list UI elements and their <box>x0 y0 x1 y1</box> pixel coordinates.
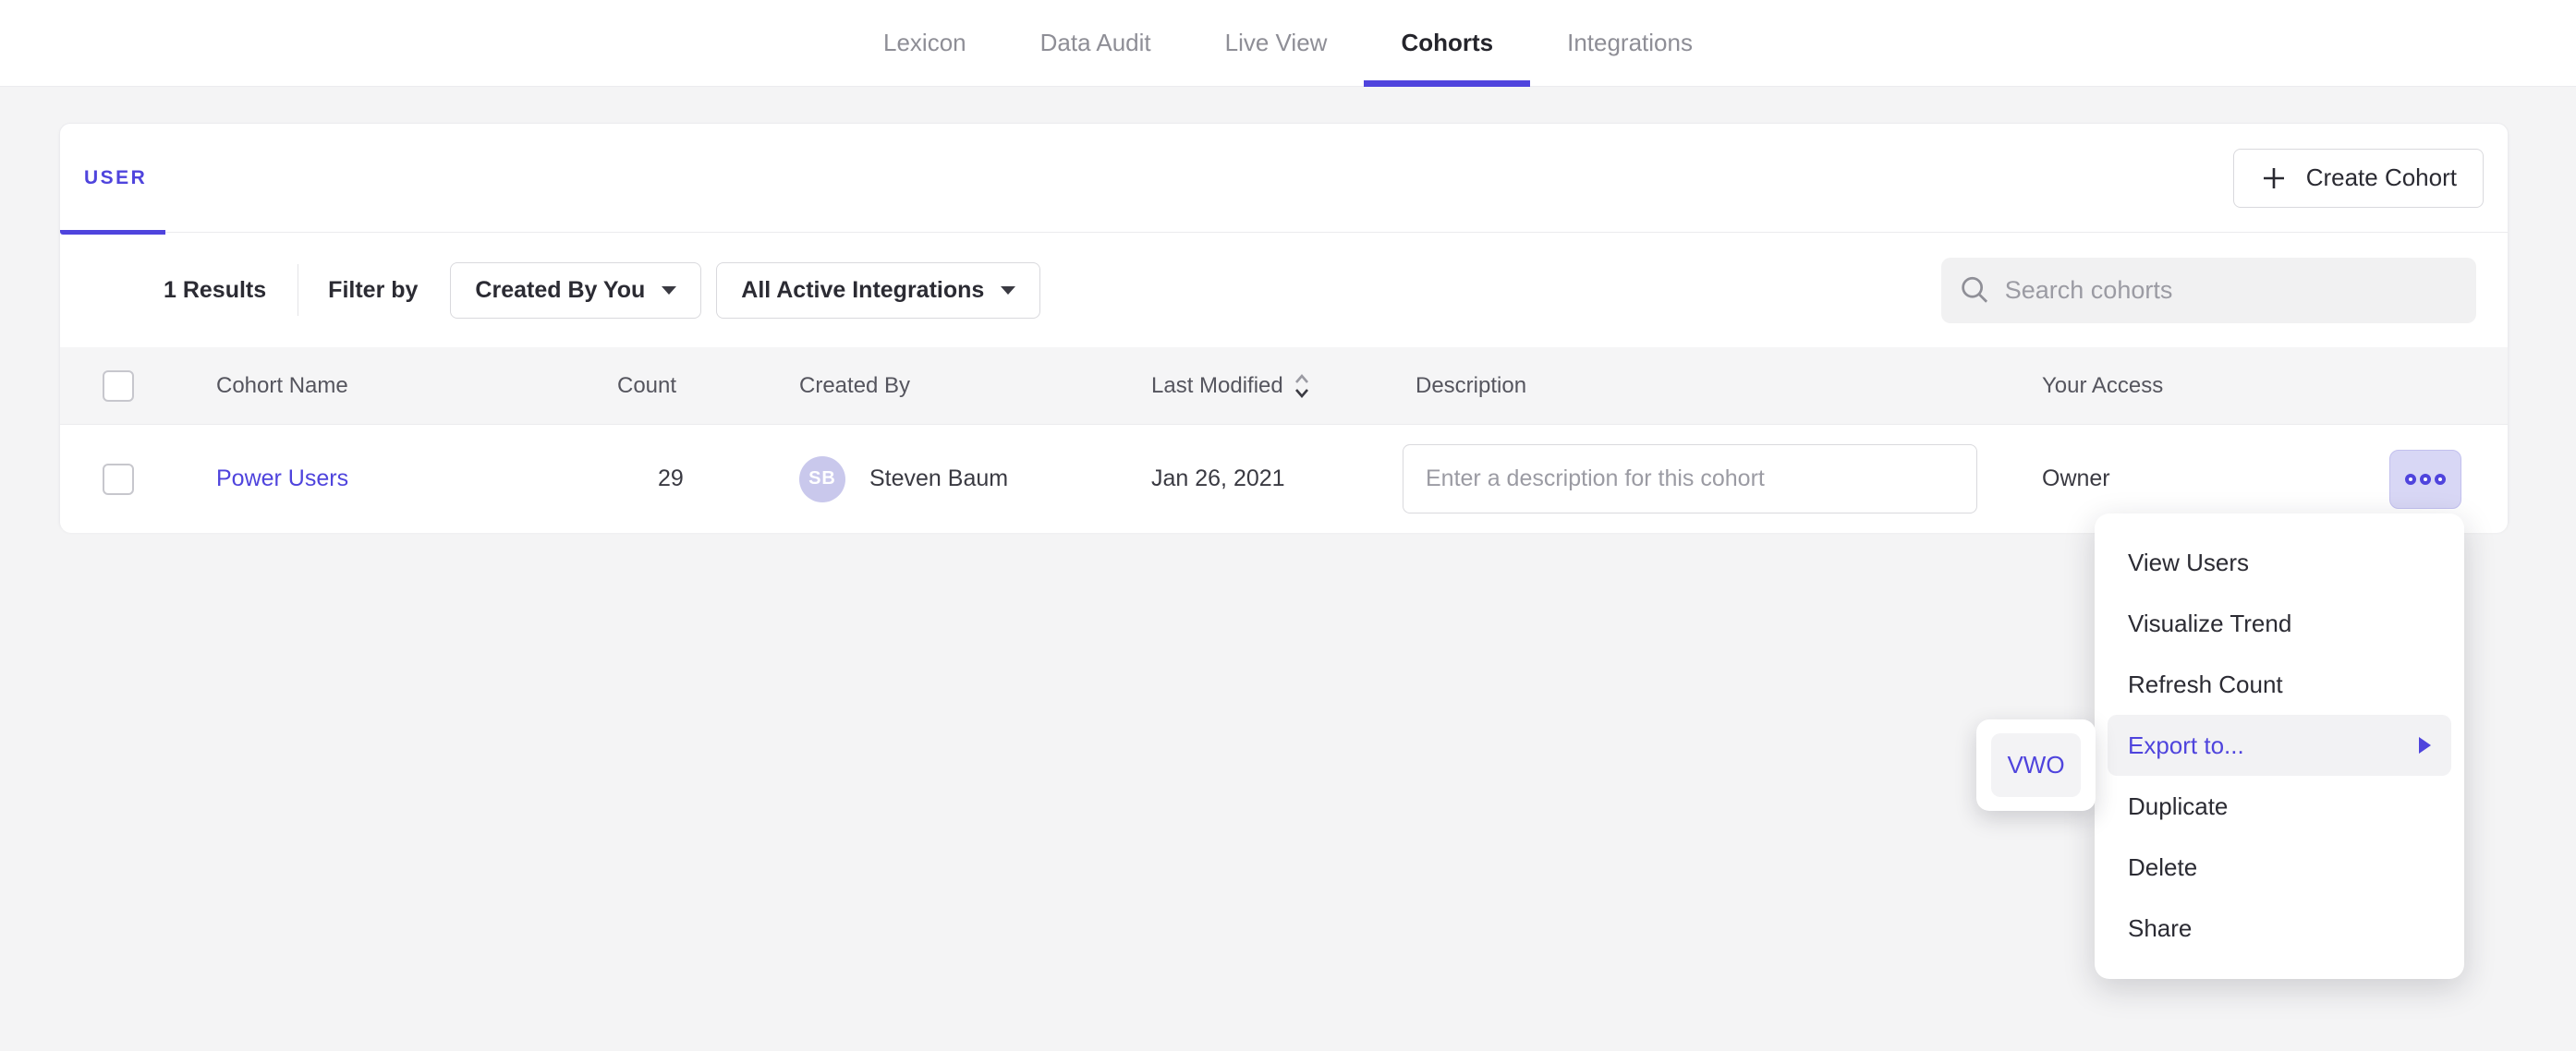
created-by-name: Steven Baum <box>869 465 1008 492</box>
avatar: SB <box>799 456 845 502</box>
search-input[interactable] <box>2005 276 2458 305</box>
export-submenu: VWO <box>1976 719 2096 811</box>
integrations-dropdown-label: All Active Integrations <box>741 277 984 304</box>
menu-item-label: Visualize Trend <box>2128 610 2291 638</box>
search-cohorts-box[interactable] <box>1941 258 2476 323</box>
menu-item-label: Delete <box>2128 853 2197 882</box>
tab-integrations[interactable]: Integrations <box>1530 0 1730 86</box>
menu-item-view-users[interactable]: View Users <box>2095 532 2464 593</box>
column-count[interactable]: Count <box>617 373 799 399</box>
menu-item-share[interactable]: Share <box>2095 898 2464 959</box>
table-header: Cohort Name Count Created By Last Modifi… <box>60 347 2508 425</box>
search-icon <box>1960 273 1990 307</box>
row-context-menu: View Users Visualize Trend Refresh Count… <box>2095 513 2464 979</box>
more-dot-icon <box>2420 474 2431 485</box>
menu-item-visualize-trend[interactable]: Visualize Trend <box>2095 593 2464 654</box>
column-your-access[interactable]: Your Access <box>2042 373 2508 399</box>
more-dot-icon <box>2435 474 2446 485</box>
chevron-down-icon <box>662 286 676 295</box>
row-checkbox[interactable] <box>103 464 134 495</box>
menu-item-export-to[interactable]: Export to... <box>2108 715 2451 776</box>
created-by-dropdown-label: Created By You <box>475 277 645 304</box>
more-dot-icon <box>2405 474 2416 485</box>
submenu-item-vwo[interactable]: VWO <box>1991 733 2081 797</box>
tab-data-audit[interactable]: Data Audit <box>1003 0 1188 86</box>
chevron-down-icon <box>1001 286 1015 295</box>
submenu-arrow-icon <box>2419 737 2431 754</box>
cohort-count: 29 <box>658 465 799 492</box>
tab-user[interactable]: USER <box>84 167 147 189</box>
filter-row: 1 Results Filter by Created By You All A… <box>60 233 2508 347</box>
cohort-name-link[interactable]: Power Users <box>216 465 617 492</box>
user-tab-underline <box>60 230 165 235</box>
create-cohort-button[interactable]: Create Cohort <box>2233 149 2484 208</box>
menu-item-label: Export to... <box>2128 731 2244 760</box>
cohorts-panel: USER Create Cohort 1 Results Filter by C… <box>59 123 2509 532</box>
menu-item-label: Share <box>2128 914 2192 943</box>
select-all-checkbox[interactable] <box>103 370 134 402</box>
column-description[interactable]: Description <box>1416 373 2042 399</box>
menu-item-label: Refresh Count <box>2128 670 2283 699</box>
column-last-modified[interactable]: Last Modified <box>1151 373 1283 399</box>
plus-icon <box>2260 164 2288 192</box>
menu-item-delete[interactable]: Delete <box>2095 837 2464 898</box>
tab-lexicon[interactable]: Lexicon <box>846 0 1003 86</box>
tab-live-view[interactable]: Live View <box>1188 0 1365 86</box>
created-by-dropdown[interactable]: Created By You <box>450 262 701 319</box>
tab-cohorts[interactable]: Cohorts <box>1364 0 1530 86</box>
menu-item-duplicate[interactable]: Duplicate <box>2095 776 2464 837</box>
results-count: 1 Results <box>164 277 266 304</box>
top-nav-bar: Lexicon Data Audit Live View Cohorts Int… <box>0 0 2576 87</box>
more-actions-button[interactable] <box>2389 450 2461 509</box>
menu-item-refresh-count[interactable]: Refresh Count <box>2095 654 2464 715</box>
integrations-dropdown[interactable]: All Active Integrations <box>716 262 1040 319</box>
filter-by-label: Filter by <box>328 277 418 304</box>
menu-item-label: Duplicate <box>2128 792 2228 821</box>
menu-item-label: View Users <box>2128 549 2249 577</box>
description-input[interactable] <box>1403 444 1977 513</box>
create-cohort-label: Create Cohort <box>2306 163 2457 192</box>
column-created-by[interactable]: Created By <box>799 373 1151 399</box>
sort-icon[interactable] <box>1293 371 1311 401</box>
last-modified-date: Jan 26, 2021 <box>1151 465 1416 492</box>
column-cohort-name[interactable]: Cohort Name <box>216 373 617 399</box>
panel-header: USER Create Cohort <box>60 124 2508 233</box>
access-value: Owner <box>2042 465 2110 492</box>
